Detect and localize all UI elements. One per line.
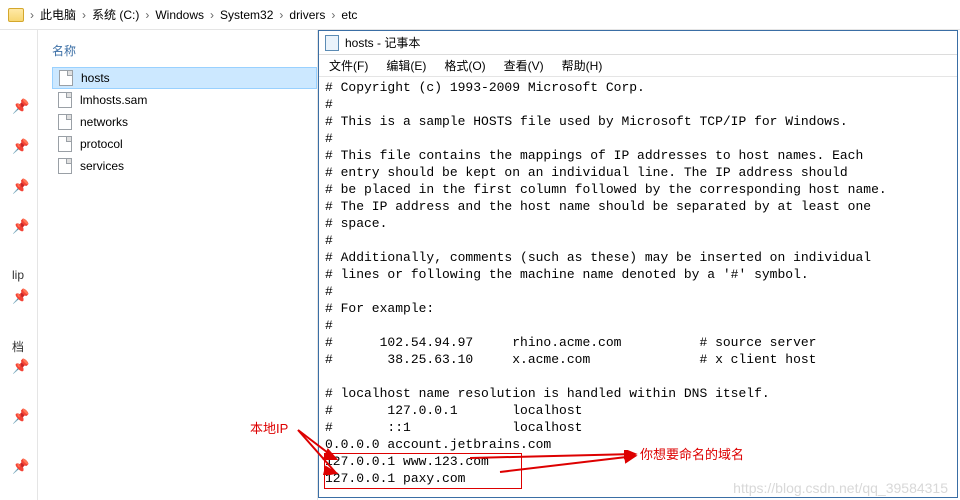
chevron-right-icon: › — [277, 8, 285, 22]
pin-icon[interactable]: 📌 — [12, 288, 29, 305]
file-row[interactable]: lmhosts.sam — [52, 89, 317, 111]
notepad-menubar: 文件(F) 编辑(E) 格式(O) 查看(V) 帮助(H) — [319, 55, 957, 77]
file-icon — [59, 70, 73, 86]
chevron-right-icon: › — [28, 8, 36, 22]
file-row[interactable]: services — [52, 155, 317, 177]
file-icon — [58, 114, 72, 130]
chevron-right-icon: › — [80, 8, 88, 22]
chevron-right-icon: › — [208, 8, 216, 22]
column-header-name[interactable]: 名称 — [52, 38, 317, 67]
file-icon — [58, 92, 72, 108]
breadcrumb-item[interactable]: etc — [341, 8, 357, 22]
file-row[interactable]: protocol — [52, 133, 317, 155]
breadcrumb-item[interactable]: Windows — [155, 8, 204, 22]
breadcrumb[interactable]: › 此电脑 › 系统 (C:) › Windows › System32 › d… — [0, 0, 960, 30]
folder-icon — [8, 8, 24, 22]
pin-icon[interactable]: 📌 — [12, 408, 29, 425]
menu-help[interactable]: 帮助(H) — [562, 57, 603, 74]
file-icon — [58, 158, 72, 174]
file-icon — [58, 136, 72, 152]
chevron-right-icon: › — [329, 8, 337, 22]
annotation-label-left: 本地IP — [250, 418, 288, 437]
pin-icon[interactable]: 📌 — [12, 178, 29, 195]
breadcrumb-item[interactable]: System32 — [220, 8, 273, 22]
breadcrumb-item[interactable]: drivers — [289, 8, 325, 22]
file-name: protocol — [80, 137, 123, 151]
file-name: services — [80, 159, 124, 173]
annotation-label-right: 你想要命名的域名 — [640, 444, 744, 463]
file-name: lmhosts.sam — [80, 93, 147, 107]
breadcrumb-item[interactable]: 此电脑 — [40, 6, 76, 23]
file-name: networks — [80, 115, 128, 129]
quick-access-label[interactable]: 档 — [12, 338, 24, 355]
notepad-icon — [325, 35, 339, 51]
breadcrumb-item[interactable]: 系统 (C:) — [92, 6, 139, 23]
annotation-box — [324, 453, 522, 489]
pin-icon[interactable]: 📌 — [12, 138, 29, 155]
notepad-titlebar[interactable]: hosts - 记事本 — [319, 31, 957, 55]
pin-icon[interactable]: 📌 — [12, 218, 29, 235]
menu-file[interactable]: 文件(F) — [329, 57, 368, 74]
chevron-right-icon: › — [143, 8, 151, 22]
notepad-textarea[interactable]: # Copyright (c) 1993-2009 Microsoft Corp… — [319, 77, 957, 489]
pin-icon[interactable]: 📌 — [12, 358, 29, 375]
menu-edit[interactable]: 编辑(E) — [386, 57, 426, 74]
file-row[interactable]: hosts — [52, 67, 317, 89]
pin-icon[interactable]: 📌 — [12, 98, 29, 115]
window-title: hosts - 记事本 — [345, 34, 420, 51]
watermark: https://blog.csdn.net/qq_39584315 — [733, 480, 948, 496]
file-row[interactable]: networks — [52, 111, 317, 133]
pin-icon[interactable]: 📌 — [12, 458, 29, 475]
quick-access-label[interactable]: lip — [12, 268, 24, 282]
quick-access-rail: 📌 📌 📌 📌 lip 📌 档 📌 📌 📌 — [0, 30, 38, 500]
file-name: hosts — [81, 71, 110, 85]
menu-view[interactable]: 查看(V) — [504, 57, 544, 74]
menu-format[interactable]: 格式(O) — [444, 57, 485, 74]
notepad-window[interactable]: hosts - 记事本 文件(F) 编辑(E) 格式(O) 查看(V) 帮助(H… — [318, 30, 958, 498]
